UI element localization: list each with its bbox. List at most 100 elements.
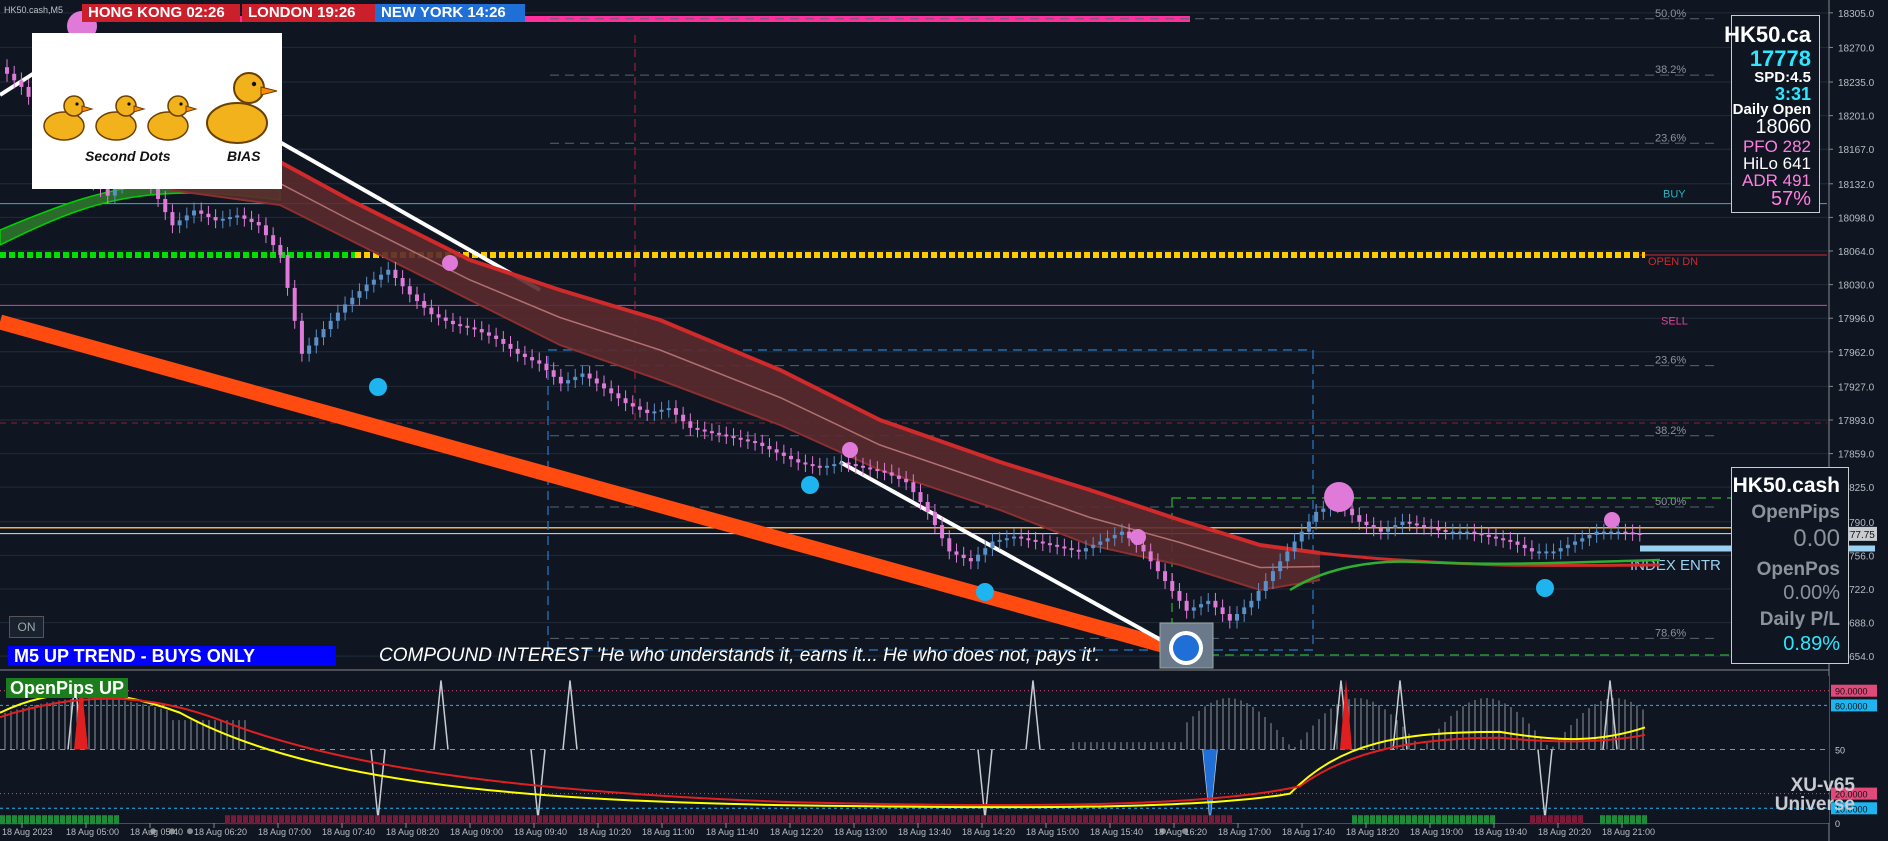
ducks-legend-panel: Second Dots BIAS [32, 33, 282, 189]
heat-cell-1 [1179, 815, 1184, 825]
candle-body [472, 327, 477, 330]
heat-cell-1 [1005, 815, 1010, 825]
candle-body [666, 408, 671, 411]
candle-body [1213, 600, 1218, 608]
candle-body [184, 215, 189, 221]
candle-body [1400, 521, 1405, 526]
candle-body [1270, 571, 1275, 582]
price-tick-label: 17962.0 [1838, 348, 1875, 359]
candle-body [767, 446, 772, 450]
time-tick-label-22: 18 Aug 19:00 [1410, 827, 1463, 837]
candle-body [450, 320, 455, 325]
signal-dot-blue-3 [1536, 579, 1554, 597]
heat-cell-1 [825, 815, 830, 825]
heat-cell-1 [885, 815, 890, 825]
heat-cell-1 [249, 815, 254, 825]
candle-body [1141, 544, 1146, 552]
candle-body [1429, 526, 1434, 529]
heat-cell-2 [1406, 815, 1411, 825]
candle-body [1350, 508, 1355, 516]
info-symbol: HK50.ca [1724, 22, 1811, 47]
heat-cell-1 [495, 815, 500, 825]
ducks-second-dots-label: Second Dots [85, 148, 171, 164]
candle-body [961, 554, 966, 559]
candle-body [1537, 551, 1542, 554]
heat-cell-2 [1454, 815, 1459, 825]
heat-cell-0 [96, 815, 101, 825]
candle-body [271, 235, 276, 246]
info-daily-open-value: 18060 [1755, 116, 1811, 138]
heat-cell-1 [723, 815, 728, 825]
heat-cell-1 [903, 815, 908, 825]
candle-body [1601, 531, 1606, 534]
heat-cell-1 [291, 815, 296, 825]
heat-cell-1 [1077, 815, 1082, 825]
price-tick-label: 18270.0 [1838, 43, 1875, 54]
heat-cell-1 [855, 815, 860, 825]
candle-body [1119, 531, 1124, 535]
candle-body [1004, 538, 1009, 541]
candle-body [1163, 571, 1168, 582]
candle-body [860, 465, 865, 468]
heat-cell-1 [549, 815, 554, 825]
candle-body [1529, 548, 1534, 552]
candle-body [177, 220, 182, 226]
candle-body [702, 429, 707, 432]
candle-body [1242, 607, 1247, 615]
heat-cell-1 [1023, 815, 1028, 825]
price-tick-label: 18064.0 [1838, 247, 1875, 258]
heat-cell-1 [711, 815, 716, 825]
time-tick-label-20: 18 Aug 17:40 [1282, 827, 1335, 837]
heat-cell-4 [1636, 815, 1641, 825]
candle-body [19, 80, 24, 87]
heat-cell-4 [1618, 815, 1623, 825]
candle-body [853, 464, 858, 467]
trading-chart[interactable]: 18305.0 18270.0 18235.0 18201.0 18167.0 18132… [0, 0, 1888, 841]
candle-body [400, 278, 405, 287]
candle-body [1393, 525, 1398, 529]
candle-body [5, 67, 9, 74]
heat-cell-1 [423, 815, 428, 825]
heat-cell-1 [759, 815, 764, 825]
candle-body [825, 465, 829, 468]
candle-body [875, 469, 880, 472]
candle-body [1112, 534, 1117, 539]
candle-body [911, 482, 916, 493]
candle-body [882, 470, 887, 473]
heat-cell-0 [108, 815, 113, 825]
on-toggle-button[interactable]: ON [9, 616, 44, 638]
candle-body [422, 301, 427, 308]
candle-body [1558, 548, 1563, 552]
heat-cell-1 [927, 815, 932, 825]
candle-body [1306, 521, 1311, 532]
time-tick-label-5: 18 Aug 07:40 [322, 827, 375, 837]
heat-cell-1 [387, 815, 392, 825]
heat-cell-2 [1466, 815, 1471, 825]
candle-body [1364, 521, 1369, 526]
heat-cell-0 [66, 815, 71, 825]
candle-body [443, 317, 448, 321]
heat-cell-4 [1606, 815, 1611, 825]
heat-cell-1 [843, 815, 848, 825]
candle-body [1321, 508, 1326, 512]
heat-cell-4 [1600, 815, 1605, 825]
heat-cell-1 [819, 815, 824, 825]
candle-body [731, 436, 736, 439]
heat-cell-2 [1436, 815, 1441, 825]
candle-body [1148, 551, 1153, 562]
price-chart-svg[interactable]: 18305.0 18270.0 18235.0 18201.0 18167.0 18132… [0, 0, 1888, 841]
indicator-name: XU-v65 Universe [1700, 776, 1855, 814]
heat-cell-1 [963, 815, 968, 825]
candle-body [990, 541, 995, 549]
heat-cell-1 [1035, 815, 1040, 825]
heat-cell-1 [687, 815, 692, 825]
heat-cell-3 [1542, 815, 1547, 825]
candle-body [1184, 600, 1189, 611]
heat-cell-3 [1572, 815, 1577, 825]
candle-body [1357, 515, 1362, 522]
heat-cell-1 [1209, 815, 1214, 825]
heat-cell-2 [1394, 815, 1399, 825]
candle-body [105, 189, 110, 196]
heat-cell-1 [873, 815, 878, 825]
heat-cell-1 [459, 815, 464, 825]
